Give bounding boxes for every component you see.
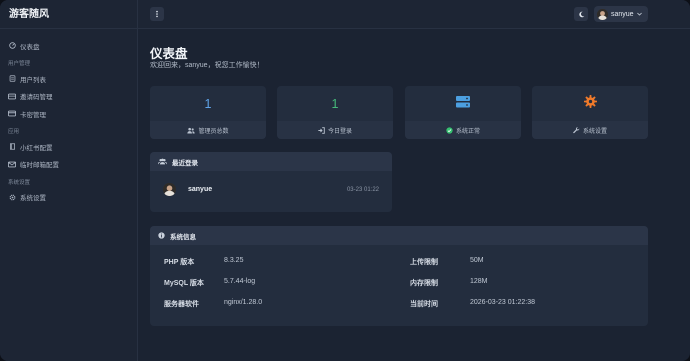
card-title: 最近登录 bbox=[172, 159, 198, 167]
list-item: sanyue 03-23 01:22 bbox=[163, 183, 379, 196]
stat-label: 系统正常 bbox=[455, 128, 480, 135]
user-menu-button[interactable]: sanyue bbox=[594, 6, 648, 22]
moon-icon bbox=[578, 5, 585, 23]
current-time-label: 当前时间 bbox=[410, 301, 438, 308]
sidebar-section-system: 系统设置 bbox=[8, 179, 31, 186]
memory-limit-label: 内存限制 bbox=[410, 280, 438, 287]
wrench-icon bbox=[573, 126, 580, 134]
envelope-icon bbox=[8, 160, 16, 168]
ellipsis-vertical-icon bbox=[155, 5, 159, 23]
sidebar-item-label: 小红书配置 bbox=[20, 144, 53, 152]
info-row: MySQL 版本 5.7.44-log 内存限制 128M bbox=[164, 278, 634, 299]
system-info-grid: PHP 版本 8.3.25 上传限制 50M MySQL 版本 5.7.44-l… bbox=[164, 257, 634, 320]
avatar bbox=[597, 8, 608, 20]
server-software-value: nginx/1.28.0 bbox=[224, 299, 263, 306]
sidebar-item-label: 系统设置 bbox=[20, 195, 46, 202]
sidebar-item-temp-mail[interactable]: 临时邮箱配置 bbox=[0, 156, 137, 173]
dashboard-icon bbox=[8, 42, 16, 50]
sidebar-item-label: 临时邮箱配置 bbox=[20, 162, 59, 169]
sidebar-item-label: 用户列表 bbox=[20, 76, 46, 84]
sidebar-item-user-list[interactable]: 用户列表 bbox=[0, 70, 137, 87]
info-circle-icon bbox=[158, 232, 165, 239]
sidebar-item-system-settings[interactable]: 系统设置 bbox=[0, 189, 137, 206]
stat-card-today-login: 1 今日登录 bbox=[277, 86, 393, 139]
php-version-label: PHP 版本 bbox=[164, 259, 195, 266]
stat-label: 管理员总数 bbox=[198, 128, 229, 135]
sidebar-item-dashboard[interactable]: 仪表盘 bbox=[0, 37, 137, 54]
sidebar-section-user: 用户管理 bbox=[8, 61, 31, 67]
sidebar-item-xiaohongshu[interactable]: 小红书配置 bbox=[0, 138, 137, 155]
sign-in-icon bbox=[318, 126, 325, 134]
sidebar-nav: 仪表盘 用户管理 用户列表 邀请码管理 卡密管理 应用 小红书配置 临时邮箱配置… bbox=[0, 29, 137, 206]
info-row: PHP 版本 8.3.25 上传限制 50M bbox=[164, 257, 634, 278]
sidebar: 游客随风 仪表盘 用户管理 用户列表 邀请码管理 卡密管理 应用 小红书配置 临… bbox=[0, 0, 138, 361]
current-time-value: 2026-03-23 01:22:38 bbox=[470, 299, 535, 306]
login-username: sanyue bbox=[188, 186, 213, 193]
credit-card-icon bbox=[8, 110, 16, 118]
ticket-icon bbox=[8, 92, 16, 100]
upload-limit-value: 50M bbox=[470, 257, 484, 264]
sidebar-item-card-keys[interactable]: 卡密管理 bbox=[0, 105, 137, 122]
check-circle-icon bbox=[446, 126, 453, 134]
top-bar: sanyue bbox=[138, 0, 690, 29]
system-info-card: 系统信息 PHP 版本 8.3.25 上传限制 50M MySQL 版本 5.7… bbox=[150, 226, 648, 326]
sidebar-item-invite-codes[interactable]: 邀请码管理 bbox=[0, 88, 137, 105]
stat-card-system-status: 系统正常 bbox=[405, 86, 521, 139]
sidebar-section-apps: 应用 bbox=[8, 129, 20, 135]
stat-value: 1 bbox=[331, 96, 339, 111]
stat-label: 今日登录 bbox=[327, 128, 352, 135]
upload-limit-label: 上传限制 bbox=[410, 259, 438, 266]
login-time: 03-23 01:22 bbox=[346, 186, 379, 193]
recent-login-card: 最近登录 sanyue 03-23 01:22 bbox=[150, 152, 392, 212]
stat-label: 系统设置 bbox=[582, 128, 607, 135]
username-label: sanyue bbox=[611, 10, 634, 18]
info-row: 服务器软件 nginx/1.28.0 当前时间 2026-03-23 01:22… bbox=[164, 299, 634, 320]
system-info-header: 系统信息 bbox=[150, 226, 648, 245]
stats-row: 1 管理员总数 1 今日登录 系统正常 系统设置 bbox=[150, 86, 648, 139]
users-icon bbox=[187, 127, 196, 134]
recent-login-header: 最近登录 bbox=[150, 152, 392, 171]
brand-title: 游客随风 bbox=[0, 0, 137, 29]
stat-card-admins: 1 管理员总数 bbox=[150, 86, 266, 139]
gear-icon bbox=[8, 193, 16, 201]
users-icon bbox=[158, 158, 167, 165]
app-window: 游客随风 仪表盘 用户管理 用户列表 邀请码管理 卡密管理 应用 小红书配置 临… bbox=[0, 0, 690, 361]
welcome-message: 欢迎回来，sanyue，祝您工作愉快！ bbox=[150, 62, 264, 69]
mysql-version-value: 5.7.44-log bbox=[224, 278, 256, 285]
sidebar-item-label: 仪表盘 bbox=[20, 43, 40, 51]
card-title: 系统信息 bbox=[170, 233, 196, 241]
server-icon bbox=[456, 95, 470, 113]
memory-limit-value: 128M bbox=[470, 278, 488, 285]
sidebar-item-label: 邀请码管理 bbox=[20, 94, 53, 101]
mysql-version-label: MySQL 版本 bbox=[164, 280, 204, 287]
avatar bbox=[163, 183, 176, 196]
php-version-value: 8.3.25 bbox=[224, 257, 244, 264]
stat-value: 1 bbox=[204, 96, 212, 111]
theme-toggle-button[interactable] bbox=[574, 7, 588, 21]
gear-icon bbox=[583, 94, 597, 113]
book-icon bbox=[8, 143, 16, 151]
user-list-icon bbox=[8, 75, 16, 83]
server-software-label: 服务器软件 bbox=[164, 301, 199, 308]
sidebar-item-label: 卡密管理 bbox=[20, 111, 46, 119]
menu-button[interactable] bbox=[150, 7, 164, 21]
stat-card-system-settings[interactable]: 系统设置 bbox=[532, 86, 648, 139]
chevron-down-icon bbox=[636, 11, 642, 18]
